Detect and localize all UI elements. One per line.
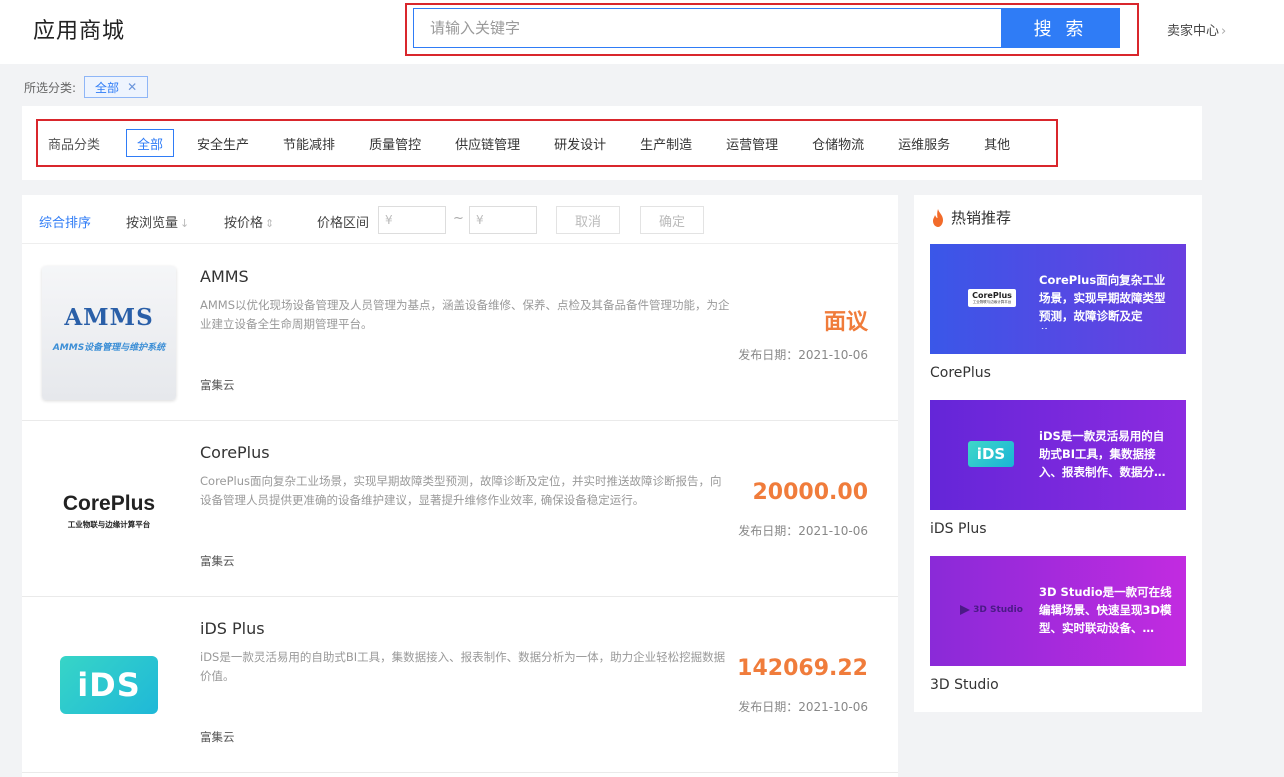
thumb-subtext: 工业物联与边缘计算平台: [972, 300, 1012, 304]
range-separator: ~: [453, 211, 464, 226]
thumb-text: CorePlus: [972, 291, 1012, 300]
product-price: 20000.00: [752, 480, 868, 505]
product-item[interactable]: iDS iDS Plus iDS是一款灵活易用的自助式BI工具，集数据接入、报表…: [22, 597, 898, 773]
hot-item-name[interactable]: CorePlus: [930, 365, 991, 381]
hot-card-description: CorePlus面向复杂工业场景，实现早期故障类型预测，故障诊断及定位，…: [1039, 273, 1166, 329]
ids-thumb: iDS: [968, 441, 1014, 467]
product-date: 发布日期：2021-10-06: [738, 348, 868, 362]
hot-item-name[interactable]: 3D Studio: [930, 677, 999, 693]
selected-filter-tag[interactable]: 全部 ✕: [84, 76, 149, 98]
category-item-manufacturing[interactable]: 生产制造: [629, 129, 703, 157]
product-logo-amms[interactable]: AMMS AMMS设备管理与维护系统: [42, 266, 176, 400]
product-description: CorePlus面向复杂工业场景，实现早期故障类型预测，故障诊断及定位，并实时推…: [200, 474, 722, 507]
selected-filter-tag-label: 全部: [95, 80, 120, 95]
selected-filter-row: 所选分类: 全部 ✕: [24, 76, 149, 98]
hot-card-coreplus[interactable]: CorePlus 工业物联与边缘计算平台 CorePlus面向复杂工业场景，实现…: [930, 244, 1186, 354]
hot-recommend-title: 热销推荐: [930, 207, 1011, 228]
3dstudio-thumb: 3D Studio: [958, 601, 1024, 619]
coreplus-thumb: CorePlus 工业物联与边缘计算平台: [968, 289, 1016, 307]
logo-subtext: 工业物联与边缘计算平台: [67, 520, 151, 529]
play-icon: [960, 605, 971, 615]
category-label: 商品分类: [48, 137, 101, 153]
product-list-panel: 综合排序 按浏览量 ↓ 按价格 ⇕ 价格区间 ¥ ~ ¥ 取消 确定 AMMS AM…: [22, 195, 898, 777]
product-price: 142069.22: [737, 656, 868, 681]
hot-card-ids[interactable]: iDS iDS是一款灵活易用的自助式BI工具，集数据接入、报表制作、数据分…: [930, 400, 1186, 510]
product-description: iDS是一款灵活易用的自助式BI工具，集数据接入、报表制作、数据分析为一体，助力…: [200, 650, 726, 683]
price-min-input[interactable]: ¥: [378, 206, 446, 234]
hot-card-description: 3D Studio是一款可在线编辑场景、快速呈现3D模型、实时联动设备、…: [1039, 585, 1172, 635]
category-item-operations[interactable]: 运营管理: [715, 129, 789, 157]
selected-filter-label: 所选分类:: [24, 80, 77, 95]
flame-icon: [933, 208, 943, 227]
category-list: 商品分类 全部 安全生产 节能减排 质量管控 供应链管理 研发设计 生产制造 运…: [48, 129, 1033, 157]
hot-card-3dstudio[interactable]: 3D Studio 3D Studio是一款可在线编辑场景、快速呈现3D模型、实…: [930, 556, 1186, 666]
product-vendor: 富集云: [200, 554, 235, 568]
product-item[interactable]: AMMS AMMS设备管理与维护系统 AMMS AMMS以优化现场设备管理及人员…: [22, 245, 898, 421]
sort-by-views[interactable]: 按浏览量 ↓: [126, 212, 189, 231]
product-price: 面议: [823, 310, 868, 335]
product-description: AMMS以优化现场设备管理及人员管理为基点，涵盖设备维修、保养、点检及其备品备件…: [200, 298, 730, 331]
hot-card-description: iDS是一款灵活易用的自助式BI工具，集数据接入、报表制作、数据分…: [1039, 429, 1166, 479]
logo-text: AMMS: [64, 304, 154, 331]
sort-updown-icon: ⇕: [265, 217, 275, 230]
category-item-supply-chain[interactable]: 供应链管理: [444, 129, 531, 157]
product-date: 发布日期：2021-10-06: [738, 524, 868, 538]
seller-center-link[interactable]: 卖家中心 ›: [1167, 20, 1226, 39]
category-item-all[interactable]: 全部: [126, 129, 175, 157]
arrow-down-icon: ↓: [180, 217, 190, 230]
category-item-quality[interactable]: 质量管控: [358, 129, 432, 157]
search-button[interactable]: 搜 索: [1001, 8, 1120, 48]
category-item-maintenance[interactable]: 运维服务: [887, 129, 961, 157]
search-input[interactable]: [413, 8, 1001, 48]
hot-item-name[interactable]: iDS Plus: [930, 521, 987, 537]
sort-default[interactable]: 综合排序: [39, 212, 91, 231]
top-header: 应用商城 搜 索 卖家中心›: [0, 0, 1284, 64]
close-icon[interactable]: ✕: [127, 80, 137, 94]
category-item-safety[interactable]: 安全生产: [186, 129, 260, 157]
hot-recommend-label: 热销推荐: [951, 209, 1012, 227]
product-logo-coreplus[interactable]: CorePlus 工业物联与边缘计算平台: [42, 442, 176, 576]
product-date: 发布日期：2021-10-06: [738, 700, 868, 714]
price-max-input[interactable]: ¥: [469, 206, 537, 234]
currency-symbol: ¥: [476, 213, 484, 227]
price-cancel-button[interactable]: 取消: [556, 206, 620, 234]
sort-by-views-label: 按浏览量: [126, 216, 179, 231]
category-item-energy[interactable]: 节能减排: [272, 129, 346, 157]
currency-symbol: ¥: [385, 213, 393, 227]
product-item[interactable]: CorePlus 工业物联与边缘计算平台 CorePlus CorePlus面向…: [22, 421, 898, 597]
product-logo-ids[interactable]: iDS: [42, 618, 176, 752]
sort-by-price[interactable]: 按价格 ⇕: [224, 212, 274, 231]
product-name[interactable]: AMMS: [200, 267, 249, 286]
sort-by-price-label: 按价格: [224, 216, 264, 231]
seller-center-label: 卖家中心: [1167, 24, 1220, 39]
hot-recommend-panel: 热销推荐 CorePlus 工业物联与边缘计算平台 CorePlus面向复杂工业…: [914, 195, 1202, 712]
category-item-rnd[interactable]: 研发设计: [543, 129, 617, 157]
price-confirm-button[interactable]: 确定: [640, 206, 704, 234]
thumb-text: 3D Studio: [973, 605, 1023, 615]
logo-text: iDS: [60, 656, 158, 714]
sort-bar: 综合排序 按浏览量 ↓ 按价格 ⇕ 价格区间 ¥ ~ ¥ 取消 确定: [22, 195, 898, 244]
product-name[interactable]: iDS Plus: [200, 619, 265, 638]
logo-text: CorePlus: [62, 492, 156, 515]
category-item-other[interactable]: 其他: [973, 129, 1021, 157]
logo-subtext: AMMS设备管理与维护系统: [52, 343, 166, 353]
product-name[interactable]: CorePlus: [200, 443, 270, 462]
category-item-logistics[interactable]: 仓储物流: [801, 129, 875, 157]
product-vendor: 富集云: [200, 378, 235, 392]
product-vendor: 富集云: [200, 730, 235, 744]
price-range-label: 价格区间: [317, 216, 370, 231]
app-title: 应用商城: [33, 19, 126, 44]
chevron-right-icon: ›: [1221, 24, 1227, 39]
